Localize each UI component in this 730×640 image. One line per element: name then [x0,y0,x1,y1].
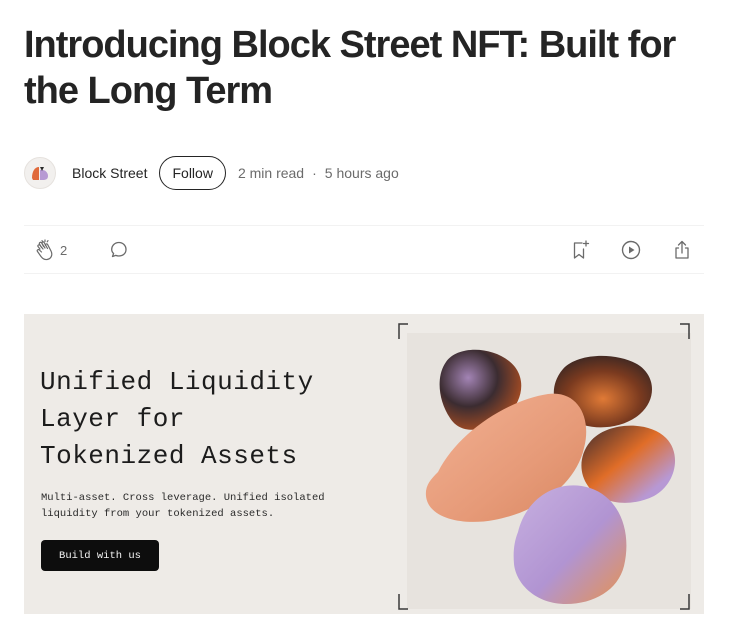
clap-button[interactable]: 2 [34,238,67,262]
article-meta: 2 min read · 5 hours ago [238,165,399,181]
save-button[interactable] [569,238,591,262]
hero-headline-line: Tokenized Assets [40,441,298,471]
author-name[interactable]: Block Street [72,165,147,181]
follow-button[interactable]: Follow [159,156,226,190]
published-time: 5 hours ago [324,165,399,181]
comment-icon [111,241,127,258]
article-title: Introducing Block Street NFT: Built for … [24,24,676,112]
hero-headline-line: Layer for [40,404,185,434]
byline: Block Street Follow 2 min read · 5 hours… [24,155,399,191]
hero-subtext-line: liquidity from your tokenized assets. [41,508,275,520]
listen-button[interactable] [620,238,642,262]
hero-subtext-line: Multi-asset. Cross leverage. Unified iso… [41,492,325,504]
meta-separator: · [312,165,317,181]
clap-icon [36,239,53,261]
hero-subtext: Multi-asset. Cross leverage. Unified iso… [41,490,381,522]
build-with-us-button: Build with us [41,540,159,571]
share-icon [675,240,689,259]
block-street-logo-icon [32,167,48,180]
hero-image: Unified Liquidity Layer for Tokenized As… [24,314,704,614]
read-time: 2 min read [237,165,305,181]
article-action-bar: 2 [24,225,704,274]
hero-headline: Unified Liquidity Layer for Tokenized As… [40,364,380,475]
hero-headline-line: Unified Liquidity [40,367,314,397]
bookmark-add-icon [573,240,590,259]
clap-count: 2 [60,242,68,258]
play-circle-icon [621,240,641,260]
pebble-artwork [398,323,691,610]
author-avatar[interactable] [24,157,56,189]
share-button[interactable] [671,238,693,262]
comment-button[interactable] [108,238,130,262]
